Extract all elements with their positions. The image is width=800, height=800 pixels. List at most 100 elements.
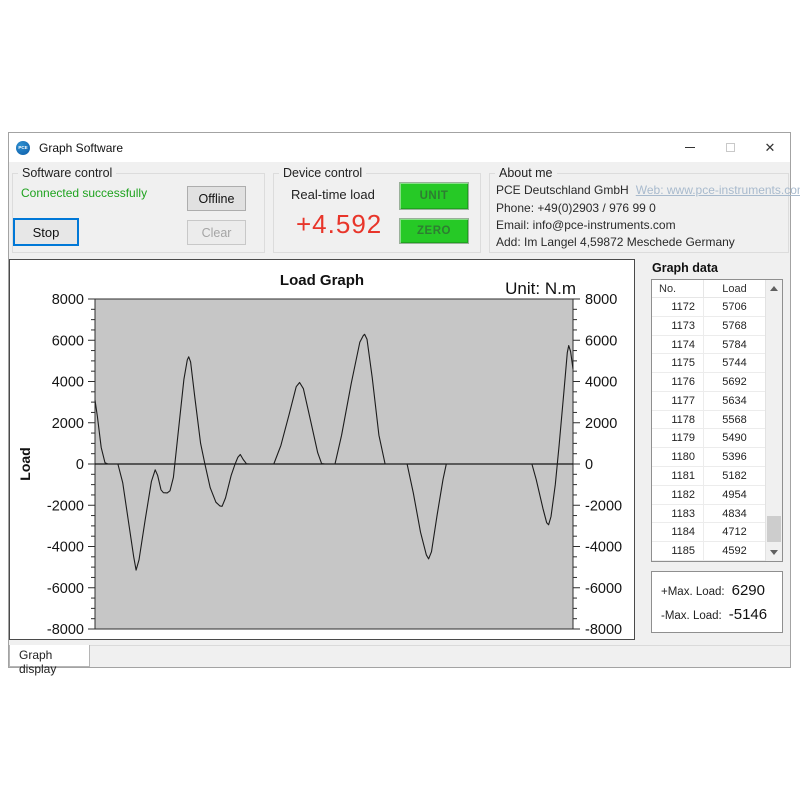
maximize-icon	[726, 143, 735, 152]
close-icon: ✕	[765, 141, 776, 154]
table-row[interactable]: 11854592	[652, 542, 765, 561]
unit-button[interactable]: UNIT	[399, 182, 469, 210]
cell-no: 1184	[652, 523, 704, 541]
cell-no: 1175	[652, 354, 704, 372]
cell-load: 5692	[704, 373, 765, 391]
table-row[interactable]: 11824954	[652, 486, 765, 505]
cell-no: 1172	[652, 298, 704, 316]
table-row[interactable]: 11775634	[652, 392, 765, 411]
y-tick-label-right: -8000	[585, 622, 622, 638]
tab-graph-display[interactable]: Graph display	[9, 645, 90, 667]
pos-max-value: 6290	[732, 582, 765, 599]
about-phone: Phone: +49(0)2903 / 976 99 0	[496, 201, 656, 215]
table-row[interactable]: 11765692	[652, 373, 765, 392]
software-control-title: Software control	[18, 166, 116, 180]
cell-load: 5634	[704, 392, 765, 410]
cell-load: 5568	[704, 411, 765, 429]
cell-no: 1173	[652, 317, 704, 335]
table-header: No. Load	[652, 280, 765, 298]
cell-no: 1176	[652, 373, 704, 391]
neg-max-value: -5146	[729, 606, 767, 623]
cell-no: 1177	[652, 392, 704, 410]
cell-no: 1179	[652, 429, 704, 447]
graph-data-title: Graph data	[652, 261, 718, 275]
cell-no: 1174	[652, 336, 704, 354]
window-title: Graph Software	[39, 141, 123, 155]
cell-no: 1178	[652, 411, 704, 429]
y-tick-label-right: 0	[585, 457, 593, 473]
cell-no: 1185	[652, 542, 704, 560]
cell-load: 4592	[704, 542, 765, 560]
y-tick-label-left: -6000	[47, 581, 84, 597]
realtime-load-value: +4.592	[296, 209, 382, 240]
y-axis-title: Load	[17, 447, 33, 480]
cell-load: 5784	[704, 336, 765, 354]
app-window: PCE Graph Software ✕ Software control Co…	[8, 132, 791, 668]
titlebar: PCE Graph Software ✕	[9, 133, 790, 162]
about-email: Email: info@pce-instruments.com	[496, 218, 676, 232]
table-row[interactable]: 11815182	[652, 467, 765, 486]
minimize-icon	[685, 147, 695, 148]
y-tick-label-right: 6000	[585, 333, 617, 349]
cell-no: 1181	[652, 467, 704, 485]
table-row[interactable]: 11755744	[652, 354, 765, 373]
y-tick-label-left: 6000	[52, 333, 84, 349]
about-title: About me	[495, 166, 557, 180]
cell-load: 4834	[704, 505, 765, 523]
y-tick-label-left: 2000	[52, 416, 84, 432]
clear-button[interactable]: Clear	[187, 220, 246, 245]
table-row[interactable]: 11785568	[652, 411, 765, 430]
y-tick-label-right: 2000	[585, 416, 617, 432]
scrollbar-thumb[interactable]	[767, 516, 781, 542]
y-tick-label-left: 4000	[52, 375, 84, 391]
cell-load: 5182	[704, 467, 765, 485]
tabstrip-line	[9, 645, 790, 646]
y-tick-label-left: -8000	[47, 622, 84, 638]
scroll-up-button[interactable]	[766, 280, 782, 297]
device-control-title: Device control	[279, 166, 366, 180]
y-tick-label-right: -6000	[585, 581, 622, 597]
cell-load: 5744	[704, 354, 765, 372]
cell-load: 4954	[704, 486, 765, 504]
cell-load: 5490	[704, 429, 765, 447]
stop-button[interactable]: Stop	[13, 218, 79, 246]
about-company-line: PCE Deutschland GmbHWeb: www.pce-instrum…	[496, 183, 800, 197]
y-tick-label-right: -2000	[585, 498, 622, 514]
cell-load: 5768	[704, 317, 765, 335]
cell-no: 1182	[652, 486, 704, 504]
column-header-load: Load	[704, 280, 765, 297]
connection-status: Connected successfully	[21, 186, 147, 200]
close-button[interactable]: ✕	[750, 133, 790, 162]
y-tick-label-right: 4000	[585, 375, 617, 391]
minimize-button[interactable]	[670, 133, 710, 162]
website-link[interactable]: Web: www.pce-instruments.com	[636, 183, 800, 197]
table-row[interactable]: 11805396	[652, 448, 765, 467]
chart-canvas: -8000 -8000 -6000 -6000 -4000 -4000 -2000 -2000…	[10, 260, 634, 639]
zero-button[interactable]: ZERO	[399, 218, 469, 244]
table-body: 1172570611735768117457841175574411765692…	[652, 298, 765, 561]
table-row[interactable]: 11735768	[652, 317, 765, 336]
y-tick-label-left: -2000	[47, 498, 84, 514]
table-scrollbar[interactable]	[765, 280, 782, 561]
y-tick-label-right: -4000	[585, 540, 622, 556]
cell-load: 5706	[704, 298, 765, 316]
app-icon: PCE	[16, 141, 30, 155]
maximize-button[interactable]	[710, 133, 750, 162]
scroll-down-button[interactable]	[766, 544, 782, 561]
cell-load: 5396	[704, 448, 765, 466]
cell-no: 1180	[652, 448, 704, 466]
table-row[interactable]: 11725706	[652, 298, 765, 317]
realtime-load-label: Real-time load	[291, 187, 375, 202]
cell-no: 1183	[652, 505, 704, 523]
offline-button[interactable]: Offline	[187, 186, 246, 211]
y-tick-label-right: 8000	[585, 292, 617, 308]
table-row[interactable]: 11745784	[652, 336, 765, 355]
scroll-up-icon	[770, 286, 778, 291]
table-row[interactable]: 11834834	[652, 505, 765, 524]
column-header-no: No.	[652, 280, 704, 297]
y-tick-label-left: -4000	[47, 540, 84, 556]
table-row[interactable]: 11844712	[652, 523, 765, 542]
y-tick-label-left: 0	[76, 457, 84, 473]
table-row[interactable]: 11795490	[652, 429, 765, 448]
chart-panel: Load Graph Unit: N.m -8000-8000-6000-600…	[9, 259, 635, 640]
